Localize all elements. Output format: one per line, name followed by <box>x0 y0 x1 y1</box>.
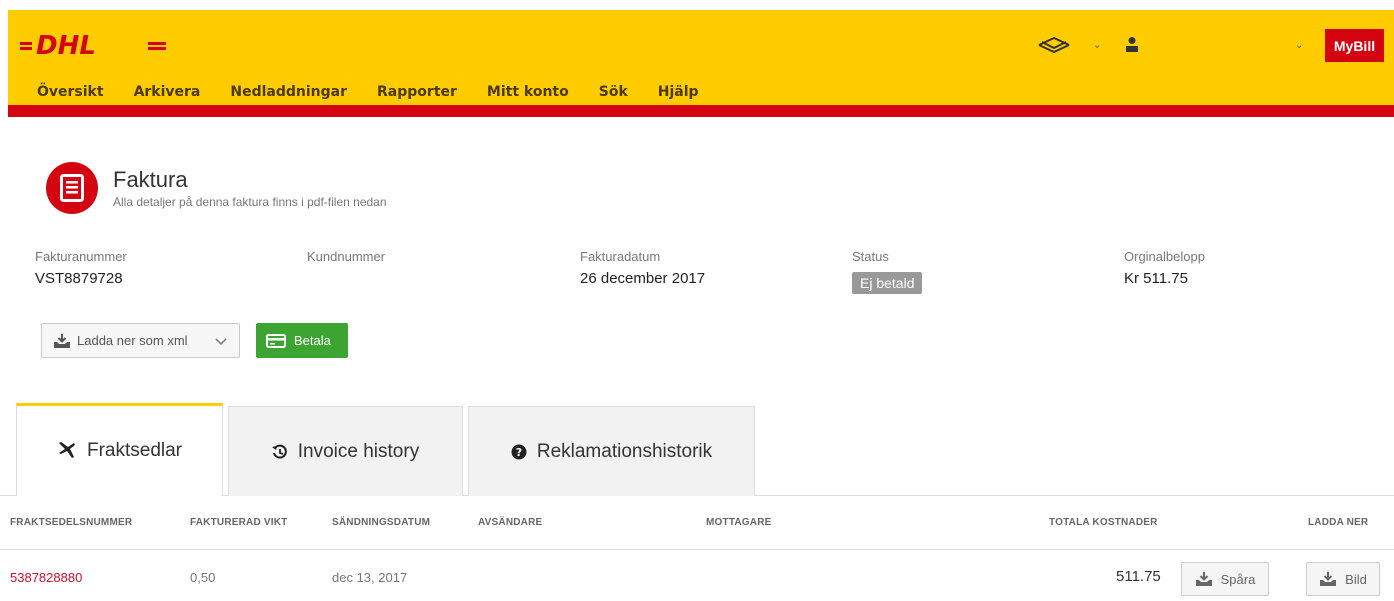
header-divider <box>0 549 1394 550</box>
row-weight: 0,50 <box>190 570 216 585</box>
row-total: 511.75 <box>1116 568 1161 585</box>
track-label: Spåra <box>1220 571 1256 587</box>
svg-text:?: ? <box>516 446 522 459</box>
invoice-number-value: VST8879728 <box>35 270 123 287</box>
status-badge: Ej betald <box>852 272 923 294</box>
nav-mitt-konto[interactable]: Mitt konto <box>487 84 569 100</box>
nav-sok[interactable]: Sök <box>599 84 628 100</box>
page-title: Faktura <box>113 167 188 192</box>
col-header-waybill[interactable]: FRAKTSEDELSNUMMER <box>10 517 132 528</box>
download-icon <box>53 333 71 348</box>
tab-fraktsedlar[interactable]: Fraktsedlar <box>16 403 223 496</box>
dhl-logo[interactable]: DHL <box>20 28 166 62</box>
logo-text: DHL <box>36 31 96 61</box>
credit-card-icon <box>266 333 286 348</box>
plane-icon <box>57 442 77 460</box>
nav-arkivera[interactable]: Arkivera <box>134 84 201 100</box>
tab-invoice-history[interactable]: Invoice history <box>228 406 463 496</box>
col-header-weight[interactable]: FAKTURERAD VIKT <box>190 517 287 528</box>
download-xml-label: Ladda ner som xml <box>77 333 188 348</box>
main-nav: Översikt Arkivera Nedladdningar Rapporte… <box>37 84 729 100</box>
tab-fraktsedlar-label: Fraktsedlar <box>86 440 183 461</box>
image-button[interactable]: Bild <box>1306 562 1380 596</box>
history-icon <box>271 444 288 460</box>
flag-icon[interactable] <box>1038 36 1070 58</box>
user-chevron-icon[interactable]: ⌄ <box>1295 40 1303 51</box>
mybill-button[interactable]: MyBill <box>1325 29 1384 62</box>
pay-label: Betala <box>294 333 331 348</box>
invoice-date-value: 26 december 2017 <box>580 270 706 287</box>
customer-number-label: Kundnummer <box>307 249 386 264</box>
col-header-receiver[interactable]: MOTTAGARE <box>706 517 772 528</box>
chevron-down-icon <box>215 334 227 349</box>
waybill-link[interactable]: 5387828880 <box>10 570 82 585</box>
col-header-ship-date[interactable]: SÄNDNINGSDATUM <box>332 517 430 528</box>
page-subtitle: Alla detaljer på denna faktura finns i p… <box>113 195 387 209</box>
track-button[interactable]: Spåra <box>1181 562 1269 596</box>
header-red-stripe <box>8 105 1394 117</box>
tab-reklamationshistorik[interactable]: ? Reklamationshistorik <box>468 406 755 496</box>
language-chevron-icon[interactable]: ⌄ <box>1093 40 1101 51</box>
tab-invoice-history-label: Invoice history <box>297 440 420 462</box>
invoice-date-label: Fakturadatum <box>580 249 661 264</box>
download-icon <box>1320 572 1337 586</box>
nav-rapporter[interactable]: Rapporter <box>377 84 457 100</box>
status-label: Status <box>852 249 889 264</box>
row-ship-date: dec 13, 2017 <box>332 570 408 585</box>
nav-nedladdningar[interactable]: Nedladdningar <box>230 84 347 100</box>
nav-oversikt[interactable]: Översikt <box>37 84 104 100</box>
col-header-sender[interactable]: AVSÄNDARE <box>478 517 542 528</box>
original-amount-value: Kr 511.75 <box>1124 270 1188 287</box>
col-header-download: LADDA NER <box>1308 517 1369 528</box>
original-amount-label: Orginalbelopp <box>1124 249 1205 264</box>
nav-hjalp[interactable]: Hjälp <box>658 84 699 100</box>
document-icon <box>46 162 98 214</box>
user-icon[interactable] <box>1125 36 1139 57</box>
download-xml-dropdown[interactable]: Ladda ner som xml <box>41 323 240 358</box>
page: DHL Översikt Arkivera Nedladdningar Rapp… <box>0 0 1394 601</box>
image-label: Bild <box>1345 571 1367 587</box>
question-icon: ? <box>511 444 527 460</box>
tab-reklamationshistorik-label: Reklamationshistorik <box>536 440 713 462</box>
pay-button[interactable]: Betala <box>256 323 348 358</box>
col-header-total[interactable]: TOTALA KOSTNADER <box>1049 517 1158 528</box>
download-icon <box>1195 572 1212 586</box>
invoice-number-label: Fakturanummer <box>35 249 127 264</box>
